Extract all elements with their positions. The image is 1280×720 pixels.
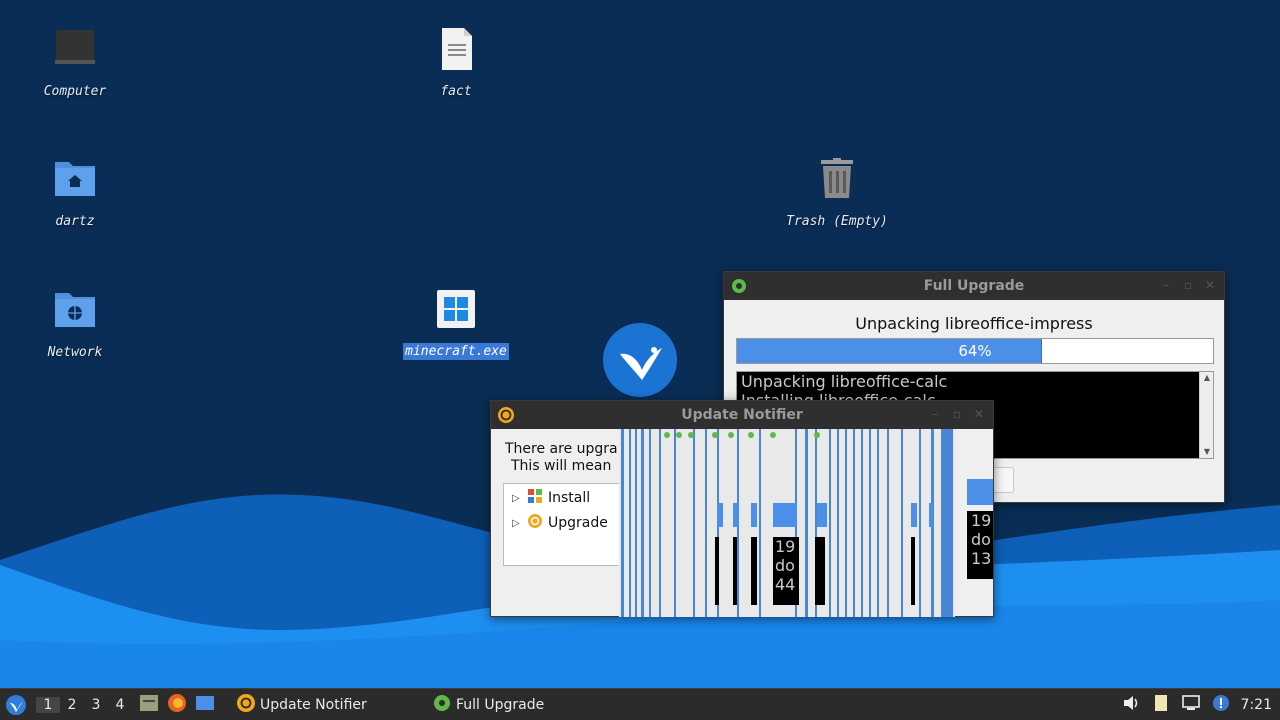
desktop-icon-label: Network	[47, 345, 103, 360]
full-upgrade-titlebar[interactable]: Full Upgrade – ▫ ✕	[724, 272, 1224, 300]
log-scrollbar[interactable]: ▲ ▼	[1199, 372, 1213, 458]
desktop-icon-network[interactable]: Network	[10, 289, 140, 361]
distro-logo	[602, 322, 678, 398]
upgrade-status-text: Unpacking libreoffice-impress	[855, 314, 1093, 333]
start-menu-icon[interactable]	[4, 693, 28, 717]
desktop-icon-computer[interactable]: Computer	[10, 28, 140, 100]
network-icon[interactable]	[1181, 693, 1201, 717]
workspace-3[interactable]: 3	[84, 697, 108, 713]
workspace-switcher: 1 2 3 4	[36, 696, 132, 713]
close-icon[interactable]: ✕	[973, 407, 985, 421]
artifact-line: do	[775, 556, 795, 575]
notifier-message: There are upgra This will mean	[505, 441, 618, 475]
expand-arrow-icon[interactable]: ▷	[512, 518, 522, 529]
artifact-line: 19	[971, 511, 992, 530]
task-update-notifier[interactable]: Update Notifier	[232, 691, 428, 719]
workspace-2[interactable]: 2	[60, 697, 84, 713]
window-title: Full Upgrade	[923, 278, 1025, 294]
update-available-icon[interactable]	[1211, 693, 1231, 717]
artifact-line: 19	[775, 537, 796, 556]
text-file-icon	[432, 28, 480, 76]
workspace-1[interactable]: 1	[36, 696, 60, 713]
window-title: Update Notifier	[681, 407, 803, 423]
system-tray: 7:21	[1121, 689, 1280, 720]
computer-icon	[51, 28, 99, 76]
desktop-icon-fact[interactable]: fact	[391, 28, 521, 100]
artifact-terminal: 19 do 13	[967, 511, 993, 579]
desktop-icon-label: minecraft.exe	[403, 343, 509, 360]
minimize-icon[interactable]: –	[929, 407, 941, 421]
tree-item-upgrade[interactable]: ▷ Upgrade	[512, 513, 608, 533]
close-icon[interactable]: ✕	[1204, 278, 1216, 292]
update-notifier-window[interactable]: Update Notifier – ▫ ✕ There are upgra Th…	[490, 400, 994, 617]
tree-item-label: Upgrade	[548, 515, 608, 531]
artifact-stripes	[619, 429, 993, 617]
maximize-icon[interactable]: ▫	[951, 407, 963, 421]
message-line: There are upgra	[505, 441, 618, 457]
package-tree[interactable]: ▷ Install ▷ Upgrade	[503, 483, 621, 566]
desktop-icon-trash[interactable]: Trash (Empty)	[772, 158, 902, 230]
clock[interactable]: 7:21	[1241, 697, 1272, 713]
desktop-icon-label: fact	[440, 84, 472, 99]
maximize-icon[interactable]: ▫	[1182, 278, 1194, 292]
task-full-upgrade[interactable]: Full Upgrade	[428, 691, 608, 719]
home-folder-icon	[51, 158, 99, 206]
update-notifier-icon	[236, 693, 256, 717]
minimize-icon[interactable]: –	[1160, 278, 1172, 292]
desktop-icon-dartz[interactable]: dartz	[10, 158, 140, 230]
update-notifier-titlebar[interactable]: Update Notifier – ▫ ✕	[491, 401, 993, 429]
scroll-down-icon[interactable]: ▼	[1200, 446, 1213, 458]
taskbar: 1 2 3 4 Update Notifier Full Upgrade 7:2…	[0, 688, 1280, 720]
workspace-4[interactable]: 4	[108, 697, 132, 713]
redraw-artifacts: 19 do 44 19 do 13	[619, 429, 993, 617]
desktop-icon-label: Trash (Empty)	[786, 214, 888, 229]
trash-icon	[813, 158, 861, 206]
clipboard-icon[interactable]	[1151, 693, 1171, 717]
network-folder-icon	[51, 289, 99, 337]
windows-exe-icon	[432, 288, 480, 336]
task-label: Full Upgrade	[456, 696, 545, 713]
message-line: This will mean	[511, 458, 612, 474]
scroll-up-icon[interactable]: ▲	[1200, 372, 1213, 384]
tree-item-label: Install	[548, 490, 591, 506]
expand-arrow-icon[interactable]: ▷	[512, 493, 522, 504]
desktop-icon-minecraft-exe[interactable]: minecraft.exe	[391, 288, 521, 360]
gear-icon	[432, 693, 452, 717]
volume-icon[interactable]	[1121, 693, 1141, 717]
log-line: Unpacking libreoffice-calc	[741, 372, 948, 391]
upgrade-icon	[527, 513, 543, 533]
file-manager-icon[interactable]	[138, 692, 160, 718]
package-icon	[527, 488, 543, 508]
progress-label: 64%	[958, 342, 992, 360]
upgrade-progress-bar: 64%	[736, 338, 1214, 364]
artifact-line: 44	[775, 575, 796, 594]
artifact-line: 13	[971, 549, 992, 568]
task-label: Update Notifier	[260, 696, 367, 713]
desktop-icon-label: dartz	[55, 214, 95, 229]
artifact-terminal: 19 do 44	[773, 537, 799, 605]
firefox-icon[interactable]	[166, 692, 188, 718]
tree-item-install[interactable]: ▷ Install	[512, 488, 590, 508]
desktop-icon-label: Computer	[43, 84, 107, 99]
show-desktop-icon[interactable]	[194, 692, 216, 718]
artifact-line: do	[971, 530, 991, 549]
